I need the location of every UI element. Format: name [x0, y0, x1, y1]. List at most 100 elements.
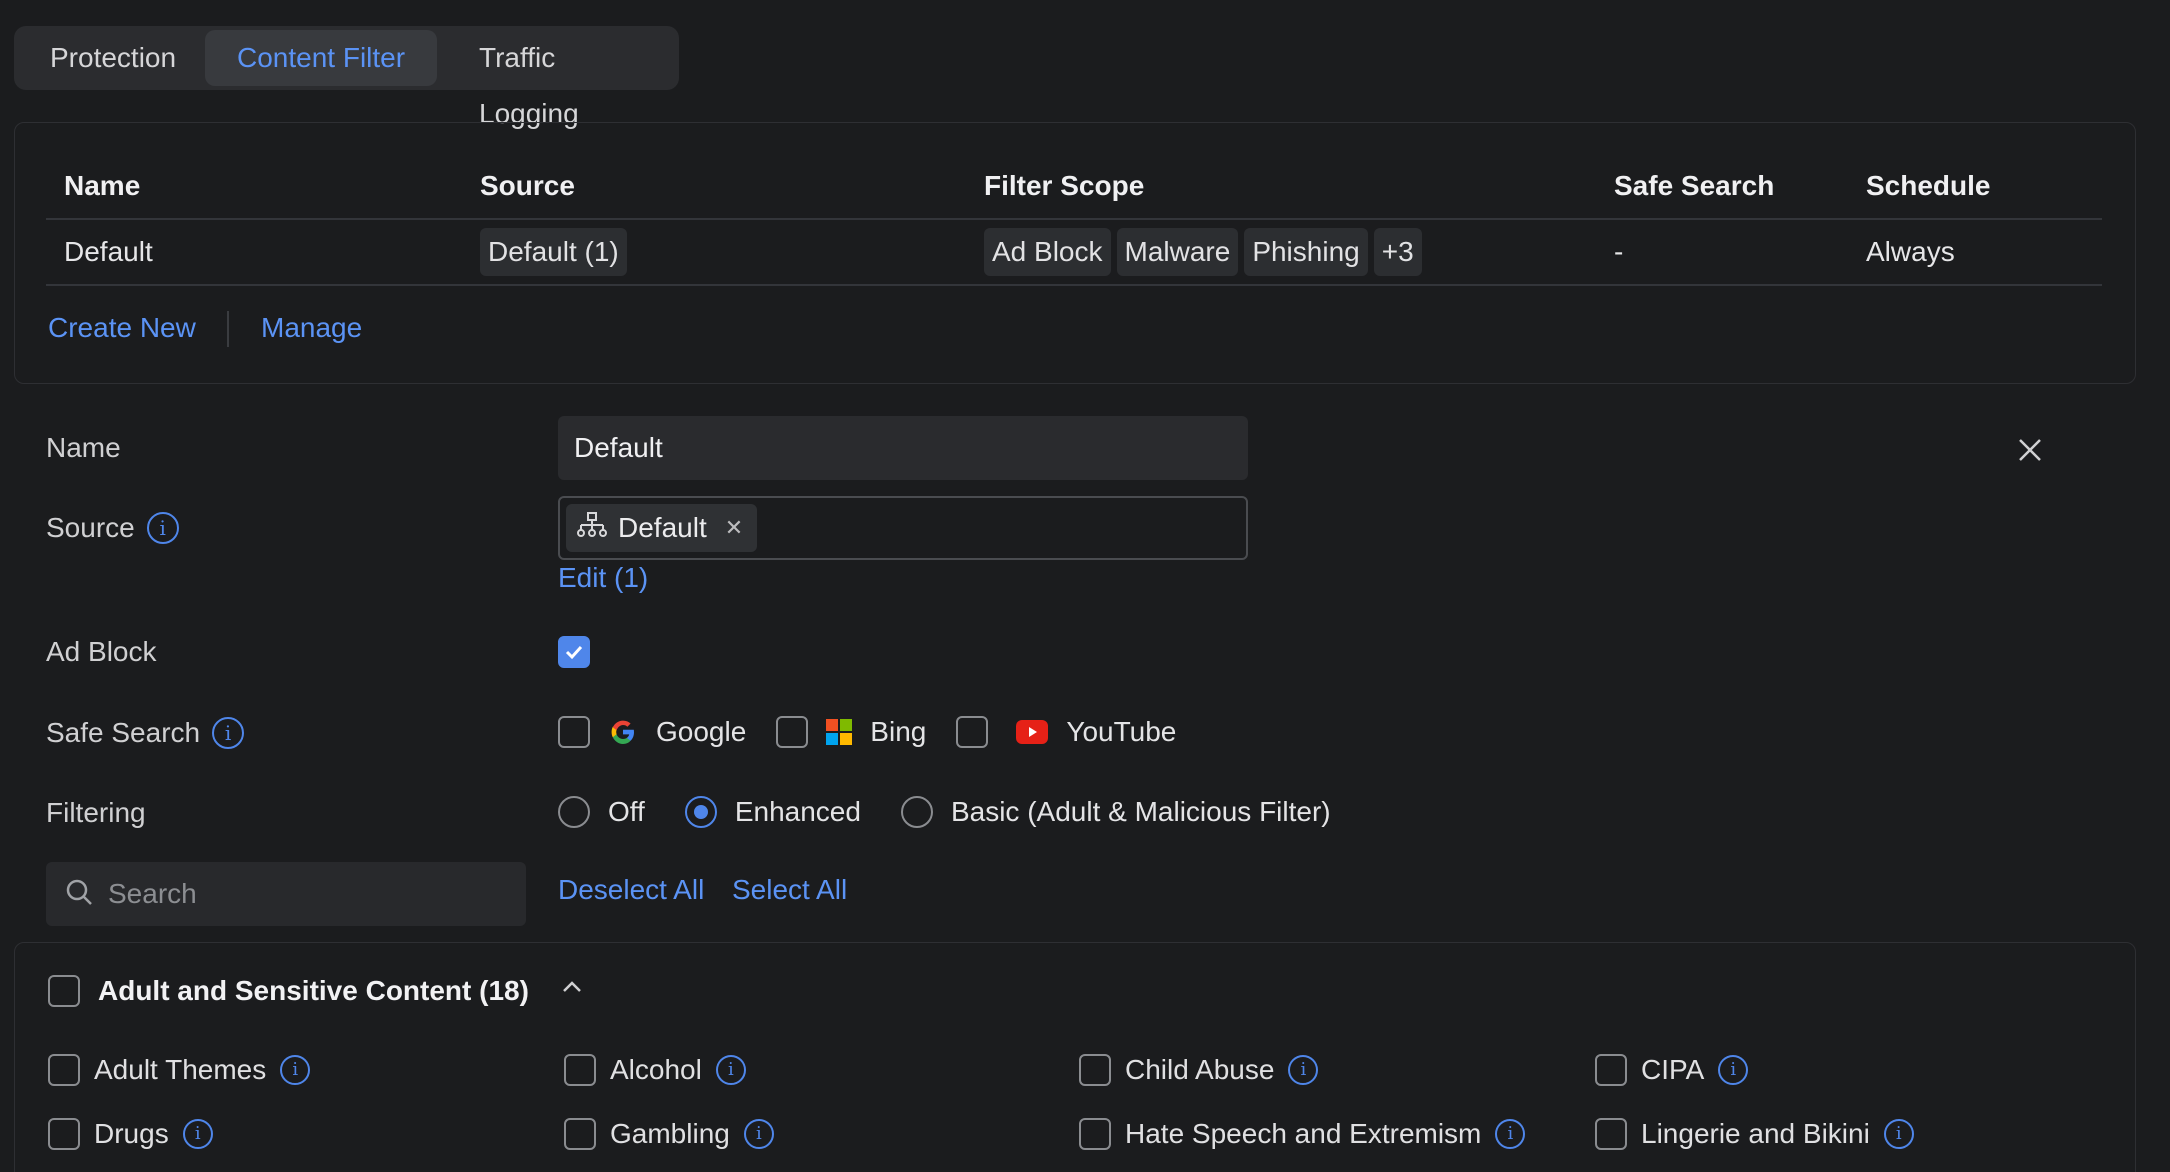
- category-item-label: Lingerie and Bikini: [1641, 1118, 1870, 1149]
- filtering-basic-label: Basic (Adult & Malicious Filter): [950, 796, 1331, 827]
- category-item[interactable]: Hate Speech and Extremism i: [1079, 1118, 1526, 1150]
- info-icon[interactable]: i: [1288, 1055, 1319, 1085]
- info-icon[interactable]: i: [182, 1119, 213, 1149]
- category-item[interactable]: Drugs i: [48, 1118, 213, 1150]
- category-item-checkbox[interactable]: [1595, 1054, 1627, 1086]
- google-label: Google: [656, 716, 747, 747]
- category-item-checkbox[interactable]: [1079, 1054, 1111, 1086]
- category-item-label: Hate Speech and Extremism: [1125, 1118, 1482, 1149]
- filtering-label: Filtering: [46, 793, 146, 833]
- category-item-checkbox[interactable]: [1079, 1118, 1111, 1150]
- youtube-checkbox[interactable]: [956, 716, 989, 748]
- source-chip: Default (1): [480, 228, 627, 276]
- tab-content-filter[interactable]: Content Filter: [205, 30, 438, 86]
- category-item[interactable]: Child Abuse i: [1079, 1054, 1319, 1086]
- network-icon: [576, 511, 608, 546]
- column-header-safe-search: Safe Search: [1614, 170, 1775, 201]
- filtering-off-radio[interactable]: [558, 796, 590, 828]
- adblock-label-text: Ad Block: [46, 636, 157, 667]
- tab-traffic-logging[interactable]: Traffic Logging: [447, 30, 679, 129]
- scope-chip-phishing: Phishing: [1244, 228, 1368, 276]
- category-item-label: Drugs: [94, 1118, 169, 1149]
- source-select[interactable]: Default ✕: [558, 496, 1248, 560]
- category-item[interactable]: Lingerie and Bikini i: [1595, 1118, 1914, 1150]
- source-edit-link[interactable]: Edit (1): [558, 562, 648, 594]
- column-header-schedule: Schedule: [1866, 170, 1991, 201]
- bing-label: Bing: [870, 716, 927, 747]
- category-item[interactable]: Gambling i: [564, 1118, 774, 1150]
- info-icon[interactable]: i: [743, 1119, 774, 1149]
- scope-chip-ad-block: Ad Block: [984, 228, 1111, 276]
- column-header-filter-scope: Filter Scope: [984, 170, 1145, 201]
- create-new-link[interactable]: Create New: [48, 312, 196, 344]
- close-icon[interactable]: [2012, 432, 2048, 468]
- column-header-name: Name: [64, 170, 141, 201]
- category-item-label: Alcohol: [610, 1054, 702, 1085]
- bing-icon: [826, 719, 853, 745]
- category-item-label: Gambling: [610, 1118, 730, 1149]
- info-icon[interactable]: i: [1883, 1119, 1914, 1149]
- category-item-label: Child Abuse: [1125, 1054, 1275, 1085]
- category-item-checkbox[interactable]: [48, 1118, 80, 1150]
- info-icon[interactable]: i: [1718, 1055, 1749, 1085]
- row-source-cell: Default (1): [480, 228, 633, 276]
- row-name: Default: [64, 236, 153, 267]
- name-field[interactable]: Default: [558, 416, 1248, 480]
- filtering-label-text: Filtering: [46, 797, 146, 828]
- safe-search-options: Google Bing YouTube: [558, 716, 1176, 748]
- table-divider: [46, 284, 2102, 286]
- source-tag: Default ✕: [566, 504, 758, 552]
- category-item[interactable]: Alcohol i: [564, 1054, 746, 1086]
- select-all-link[interactable]: Select All: [732, 874, 847, 906]
- filtering-basic-radio[interactable]: [900, 796, 933, 828]
- category-item[interactable]: Adult Themes i: [48, 1054, 311, 1086]
- tab-bar: Protection Content Filter Traffic Loggin…: [14, 26, 679, 129]
- category-header: Adult and Sensitive Content (18): [48, 974, 585, 1007]
- scope-chip-malware: Malware: [1116, 228, 1239, 276]
- category-item-checkbox[interactable]: [1595, 1118, 1627, 1150]
- info-icon[interactable]: i: [715, 1055, 746, 1085]
- row-schedule: Always: [1866, 236, 1955, 267]
- column-header-source: Source: [480, 170, 575, 201]
- safe-search-label-text: Safe Search: [46, 717, 201, 748]
- category-checkbox[interactable]: [48, 974, 80, 1007]
- category-item-label: Adult Themes: [94, 1054, 267, 1085]
- remove-icon[interactable]: ✕: [725, 515, 743, 541]
- checkmark-icon: [558, 636, 590, 668]
- category-item[interactable]: CIPA i: [1595, 1054, 1749, 1086]
- row-filter-scope-cell: Ad Block Malware Phishing +3: [984, 228, 1428, 276]
- category-search: [46, 862, 526, 926]
- deselect-all-link[interactable]: Deselect All: [558, 874, 704, 906]
- category-title: Adult and Sensitive Content (18): [98, 974, 529, 1006]
- search-input[interactable]: [108, 878, 508, 910]
- source-tag-label: Default: [618, 512, 707, 543]
- google-icon: [608, 717, 638, 747]
- manage-link[interactable]: Manage: [261, 312, 362, 344]
- category-item-checkbox[interactable]: [48, 1054, 80, 1086]
- search-icon: [64, 877, 94, 912]
- category-item-checkbox[interactable]: [564, 1118, 596, 1150]
- filtering-enhanced-label: Enhanced: [734, 796, 861, 827]
- category-item-checkbox[interactable]: [564, 1054, 596, 1086]
- filtering-enhanced-radio[interactable]: [684, 796, 717, 828]
- row-safe-search: -: [1614, 236, 1624, 267]
- adblock-checkbox[interactable]: [558, 636, 590, 673]
- adblock-label: Ad Block: [46, 632, 157, 672]
- safe-search-label: Safe Search i: [46, 713, 245, 753]
- action-separator: [227, 311, 229, 347]
- filtering-options: Off Enhanced Basic (Adult & Malicious Fi…: [558, 796, 1331, 828]
- info-icon[interactable]: i: [212, 717, 245, 749]
- filtering-off-label: Off: [608, 796, 645, 827]
- source-label: Source i: [46, 508, 179, 548]
- tab-protection[interactable]: Protection: [18, 30, 208, 86]
- info-icon[interactable]: i: [146, 512, 179, 544]
- chevron-up-icon[interactable]: [559, 974, 585, 1007]
- google-checkbox[interactable]: [558, 716, 590, 748]
- category-item-label: CIPA: [1641, 1054, 1705, 1085]
- scope-chip-more: +3: [1373, 228, 1422, 276]
- youtube-label: YouTube: [1066, 716, 1177, 747]
- bing-checkbox[interactable]: [776, 716, 809, 748]
- name-label: Name: [46, 428, 121, 468]
- info-icon[interactable]: i: [280, 1055, 311, 1085]
- info-icon[interactable]: i: [1495, 1119, 1526, 1149]
